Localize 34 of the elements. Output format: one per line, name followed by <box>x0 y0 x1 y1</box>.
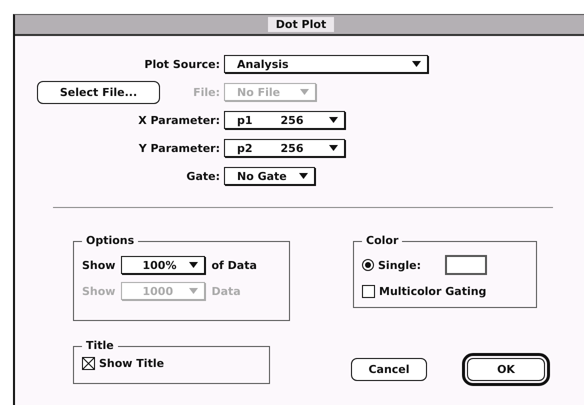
checkbox-label: Show Title <box>99 356 164 370</box>
window-title: Dot Plot <box>268 17 334 32</box>
option-label: Data <box>211 284 241 298</box>
group-title: Options <box>82 234 138 247</box>
dropdown-arrow-icon <box>299 173 308 179</box>
option-label: Show <box>82 284 116 298</box>
amount-dropdown[interactable]: 100% <box>121 256 206 274</box>
dropdown-arrow-icon <box>412 61 421 67</box>
radio-label: Single: <box>378 258 422 272</box>
field-label: Y Parameter: <box>138 142 220 154</box>
field-label: File: <box>193 86 220 98</box>
field-label: Gate: <box>186 170 220 182</box>
parameter-dropdown[interactable]: p1 256 <box>224 111 345 129</box>
cancel-button[interactable]: Cancel <box>351 358 427 380</box>
radio-button[interactable] <box>362 259 374 271</box>
dropdown-arrow-icon <box>189 262 198 268</box>
select-file-button[interactable]: Select File... <box>37 80 160 104</box>
gate-dropdown[interactable]: No Gate <box>224 167 315 185</box>
dropdown-arrow-icon <box>329 117 338 123</box>
color-swatch[interactable] <box>445 255 488 275</box>
option-label: Show <box>82 258 116 272</box>
checkbox[interactable] <box>82 356 95 370</box>
field-label: Plot Source: <box>144 58 220 70</box>
parameter-dropdown[interactable]: p2 256 <box>224 139 345 157</box>
checkbox[interactable] <box>362 284 375 298</box>
dropdown-arrow-icon <box>300 89 309 95</box>
option-label: of Data <box>211 258 257 272</box>
plot-source-dropdown[interactable]: Analysis <box>224 55 428 73</box>
group-title: Color <box>362 234 402 247</box>
field-label: X Parameter: <box>138 114 220 126</box>
group-title: Title <box>82 339 118 352</box>
checkbox-label: Multicolor Gating <box>379 284 486 298</box>
dropdown-arrow-icon <box>189 288 198 294</box>
dropdown-arrow-icon <box>329 145 338 151</box>
